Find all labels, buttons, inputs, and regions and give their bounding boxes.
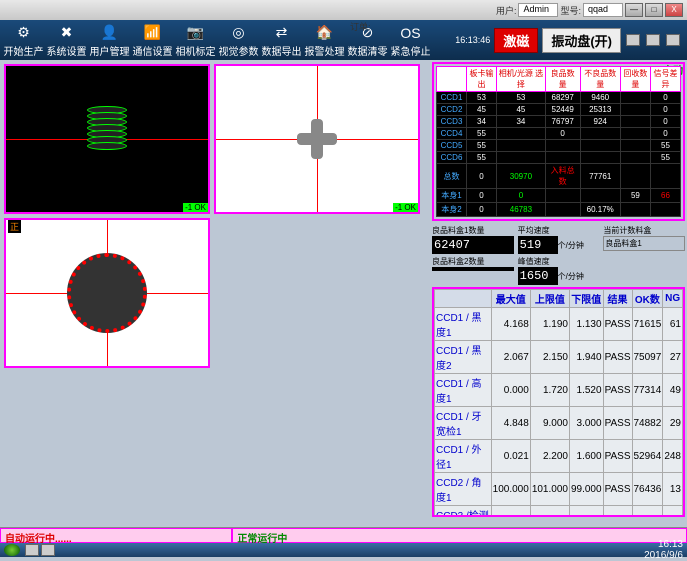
- excite-button[interactable]: 激磁: [494, 28, 538, 53]
- count2-label: 良品料盒2数量: [432, 256, 514, 267]
- toolbar-time: 16:13:46: [455, 35, 490, 45]
- taskbar: 16:13 2016/9/6: [0, 543, 687, 557]
- toolbar-btn-9[interactable]: OS紧急停止: [389, 22, 432, 58]
- toolbar-icon: 📶: [143, 23, 163, 43]
- avgspeed-value: 519: [518, 236, 558, 254]
- taskbar-app-2[interactable]: [41, 544, 55, 556]
- toolbar-btn-7[interactable]: 🏠报警处理: [303, 22, 346, 58]
- order-label: 订单:: [350, 20, 371, 33]
- vibrator-button[interactable]: 振动盘(开): [542, 28, 621, 53]
- count2-value: [432, 267, 514, 271]
- maximize-button[interactable]: □: [645, 3, 663, 17]
- taskbar-date: 2016/9/6: [644, 550, 683, 561]
- titlebar: 用户: Admin 型号: qqad — □ X: [0, 0, 687, 20]
- cam1-status: -1 OK: [183, 203, 208, 212]
- toolbar-btn-5[interactable]: ◎视觉参数: [217, 22, 260, 58]
- camera-view-3[interactable]: 正: [4, 218, 210, 368]
- toolbar: ⚙开始生产✖系统设置👤用户管理📶通信设置📷相机标定◎视觉参数⇄数据导出🏠报警处理…: [0, 20, 687, 60]
- model-label: 型号:: [560, 4, 581, 17]
- minimize-button[interactable]: —: [625, 3, 643, 17]
- toolbar-icon: ⚙: [14, 23, 34, 43]
- tool-icon-1[interactable]: [626, 34, 640, 46]
- status-right: 正常运行中: [232, 528, 687, 543]
- start-button[interactable]: [4, 544, 20, 556]
- toolbar-icon: ✖: [57, 23, 77, 43]
- taskbar-time: 16:13: [644, 539, 683, 550]
- peakspeed-label: 峰值速度: [518, 256, 600, 267]
- cam2-status: -1 OK: [393, 203, 418, 212]
- toolbar-btn-2[interactable]: 👤用户管理: [88, 22, 131, 58]
- count1-value: 62407: [432, 236, 514, 254]
- model-value: qqad: [583, 3, 623, 17]
- close-button[interactable]: X: [665, 3, 683, 17]
- toolbar-icon: OS: [401, 23, 421, 43]
- peakspeed-value: 1650: [518, 267, 558, 285]
- cam3-label: 正: [8, 220, 21, 233]
- status-bar: 自动运行中...... 正常运行中: [0, 527, 687, 543]
- stats-panel: 板卡输出相机/光源 选择良品数量不良品数量回收数量信号差异CCD15353682…: [432, 62, 685, 221]
- toolbar-btn-3[interactable]: 📶通信设置: [131, 22, 174, 58]
- toolbar-btn-4[interactable]: 📷相机标定: [174, 22, 217, 58]
- taskbar-app-1[interactable]: [25, 544, 39, 556]
- camera-view-1[interactable]: -1 OK: [4, 64, 210, 214]
- toolbar-btn-0[interactable]: ⚙开始生产: [2, 22, 45, 58]
- toolbar-icon: 🏠: [315, 23, 335, 43]
- currentbox-value: 良品料盒1: [603, 236, 685, 251]
- toolbar-btn-6[interactable]: ⇄数据导出: [260, 22, 303, 58]
- toolbar-icon: 📷: [186, 23, 206, 43]
- toolbar-icon: ⇄: [272, 23, 292, 43]
- data-panel[interactable]: 最大值上限值下限值结果OK数NGCCD1 / 黑度14.1681.1901.13…: [432, 287, 685, 517]
- count1-label: 良品料盒1数量: [432, 225, 514, 236]
- toolbar-btn-1[interactable]: ✖系统设置: [45, 22, 88, 58]
- user-value: Admin: [518, 3, 558, 17]
- toolbar-icon: 👤: [100, 23, 120, 43]
- currentbox-label: 当前计数料盒: [603, 225, 685, 236]
- avgspeed-label: 平均速度: [518, 225, 600, 236]
- user-label: 用户:: [496, 4, 517, 17]
- tool-icon-3[interactable]: [666, 34, 680, 46]
- camera-panel: -1 OK -1 OK 正: [0, 60, 430, 531]
- camera-view-2[interactable]: -1 OK: [214, 64, 420, 214]
- status-left: 自动运行中......: [0, 528, 232, 543]
- tool-icon-2[interactable]: [646, 34, 660, 46]
- toolbar-icon: ◎: [229, 23, 249, 43]
